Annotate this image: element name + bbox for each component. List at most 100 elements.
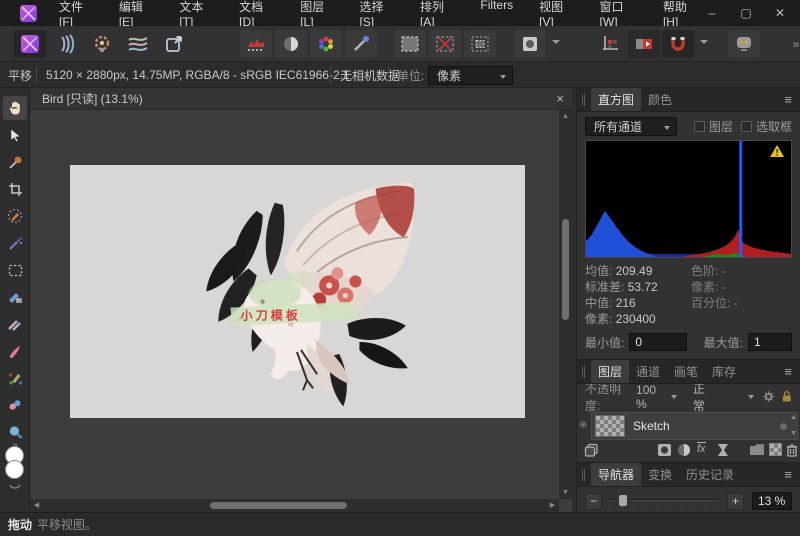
layers-scroll-up-icon[interactable]: ▲ (790, 414, 797, 421)
pixel-alignment-button[interactable] (628, 30, 660, 58)
menu-filters[interactable]: Filters (480, 0, 513, 29)
live-filter-icon[interactable]: fx (697, 442, 706, 455)
auto-contrast-button[interactable] (275, 30, 307, 58)
blend-mode-select[interactable]: 正常 (693, 380, 714, 414)
horizontal-scroll-thumb[interactable] (210, 502, 348, 509)
crop-tool[interactable] (3, 177, 27, 201)
opacity-dropdown-icon[interactable] (671, 395, 677, 399)
zoom-out-button[interactable]: − (585, 493, 602, 510)
layers-scroll-down-icon[interactable]: ▼ (790, 430, 797, 437)
menu-select[interactable]: 选择[S] (359, 0, 393, 29)
tab-channels[interactable]: 通道 (629, 360, 667, 383)
quick-mask-dropdown[interactable] (552, 40, 560, 44)
max-value-input[interactable] (748, 333, 792, 351)
panel-menu-icon[interactable]: ≡ (784, 92, 792, 107)
canvas-viewport[interactable]: 小刀模板 (30, 110, 559, 499)
selection-brush-tool[interactable] (3, 204, 27, 228)
auto-levels-button[interactable] (240, 30, 272, 58)
menu-window[interactable]: 窗口[W] (600, 0, 637, 29)
marquee-checkbox[interactable] (741, 121, 752, 132)
menu-help[interactable]: 帮助[H] (663, 0, 698, 29)
photo-persona-button[interactable] (14, 30, 46, 58)
tab-brushes[interactable]: 画笔 (667, 360, 705, 383)
marquee-tool[interactable] (3, 258, 27, 282)
layer-checkbox[interactable] (694, 121, 705, 132)
menu-file[interactable]: 文件[F] (59, 0, 93, 29)
snapping-magnet-button[interactable] (662, 30, 694, 58)
erase-tool[interactable] (3, 393, 27, 417)
menu-edit[interactable]: 编辑[E] (119, 0, 153, 29)
flood-select-tool[interactable] (3, 231, 27, 255)
zoom-slider-handle[interactable] (619, 495, 627, 506)
panel-menu-icon[interactable]: ≡ (784, 467, 792, 482)
channel-select[interactable]: 所有通道 (585, 117, 677, 136)
deselect-button[interactable] (429, 30, 461, 58)
panel-drag-handle[interactable] (582, 469, 585, 481)
assistant-button[interactable] (728, 30, 760, 58)
close-button[interactable]: ✕ (766, 3, 794, 23)
opacity-value[interactable]: 100 % (636, 383, 666, 411)
zoom-value-input[interactable]: 13 % (752, 492, 792, 510)
panel-drag-handle[interactable] (582, 366, 585, 378)
snapping-axis-button[interactable] (594, 30, 626, 58)
pixel-tool[interactable] (3, 312, 27, 336)
document-tab[interactable]: Bird [只读] (13.1%) (42, 90, 143, 107)
snapping-dropdown[interactable] (700, 40, 708, 44)
color-swatches[interactable] (3, 444, 27, 488)
gear-icon[interactable] (763, 390, 774, 403)
artboard[interactable]: 小刀模板 (70, 165, 525, 418)
auto-white-balance-button[interactable] (345, 30, 377, 58)
quick-mask-button[interactable] (514, 30, 546, 58)
select-all-button[interactable] (394, 30, 426, 58)
panel-menu-icon[interactable]: ≡ (784, 364, 792, 379)
scroll-right-icon[interactable]: ▶ (546, 499, 559, 512)
fill-tool[interactable] (3, 285, 27, 309)
develop-persona-button[interactable] (86, 30, 118, 58)
menu-text[interactable]: 文本[T] (179, 0, 213, 29)
duplicate-layer-icon[interactable] (584, 443, 599, 458)
liquify-persona-button[interactable] (50, 30, 82, 58)
menu-arrange[interactable]: 排列[A] (420, 0, 454, 29)
vertical-scrollbar[interactable]: ▲ ▼ (559, 110, 572, 499)
tone-mapping-persona-button[interactable] (122, 30, 154, 58)
new-layer-icon[interactable] (769, 443, 782, 456)
paint-brush-tool[interactable] (3, 339, 27, 363)
tab-histogram[interactable]: 直方图 (591, 88, 641, 111)
clone-tool[interactable] (3, 366, 27, 390)
export-persona-button[interactable] (158, 30, 190, 58)
tab-history[interactable]: 历史记录 (679, 463, 741, 486)
blend-dropdown-icon[interactable] (748, 395, 754, 399)
tab-navigator[interactable]: 导航器 (591, 463, 641, 486)
hourglass-icon[interactable] (717, 443, 729, 457)
mask-layer-icon[interactable] (657, 443, 672, 457)
min-value-input[interactable] (629, 333, 687, 351)
tab-stock[interactable]: 库存 (705, 360, 743, 383)
menu-view[interactable]: 视图[V] (539, 0, 573, 29)
scroll-up-icon[interactable]: ▲ (559, 110, 572, 123)
move-tool[interactable] (3, 123, 27, 147)
tab-layers[interactable]: 图层 (591, 360, 629, 383)
layer-visibility-toggle[interactable] (780, 423, 787, 430)
zoom-slider[interactable] (610, 494, 719, 508)
tab-close-icon[interactable]: × (556, 91, 564, 106)
lock-icon[interactable] (782, 390, 792, 403)
vertical-scroll-thumb[interactable] (562, 219, 569, 320)
horizontal-scrollbar[interactable]: ◀ ▶ (30, 499, 559, 512)
unit-select[interactable]: 像素 (428, 66, 513, 85)
scroll-left-icon[interactable]: ◀ (30, 499, 43, 512)
panel-drag-handle[interactable] (582, 94, 585, 106)
pan-tool[interactable] (3, 96, 27, 120)
menu-layer[interactable]: 图层[L] (300, 0, 333, 29)
scroll-down-icon[interactable]: ▼ (559, 486, 572, 499)
maximize-button[interactable]: ▢ (732, 3, 760, 23)
menu-document[interactable]: 文档[D] (239, 0, 274, 29)
tab-transform[interactable]: 变换 (641, 463, 679, 486)
layer-thumbnail[interactable] (595, 415, 625, 437)
auto-colours-button[interactable] (310, 30, 342, 58)
toolbar-overflow-chevron[interactable]: » (780, 30, 800, 58)
tab-colour[interactable]: 颜色 (641, 88, 679, 111)
swap-colors-icon[interactable] (8, 484, 22, 491)
layer-row-sketch[interactable]: Sketch (591, 412, 798, 440)
adjustment-layer-icon[interactable] (677, 443, 691, 457)
fill-color-swatch[interactable] (5, 460, 24, 479)
